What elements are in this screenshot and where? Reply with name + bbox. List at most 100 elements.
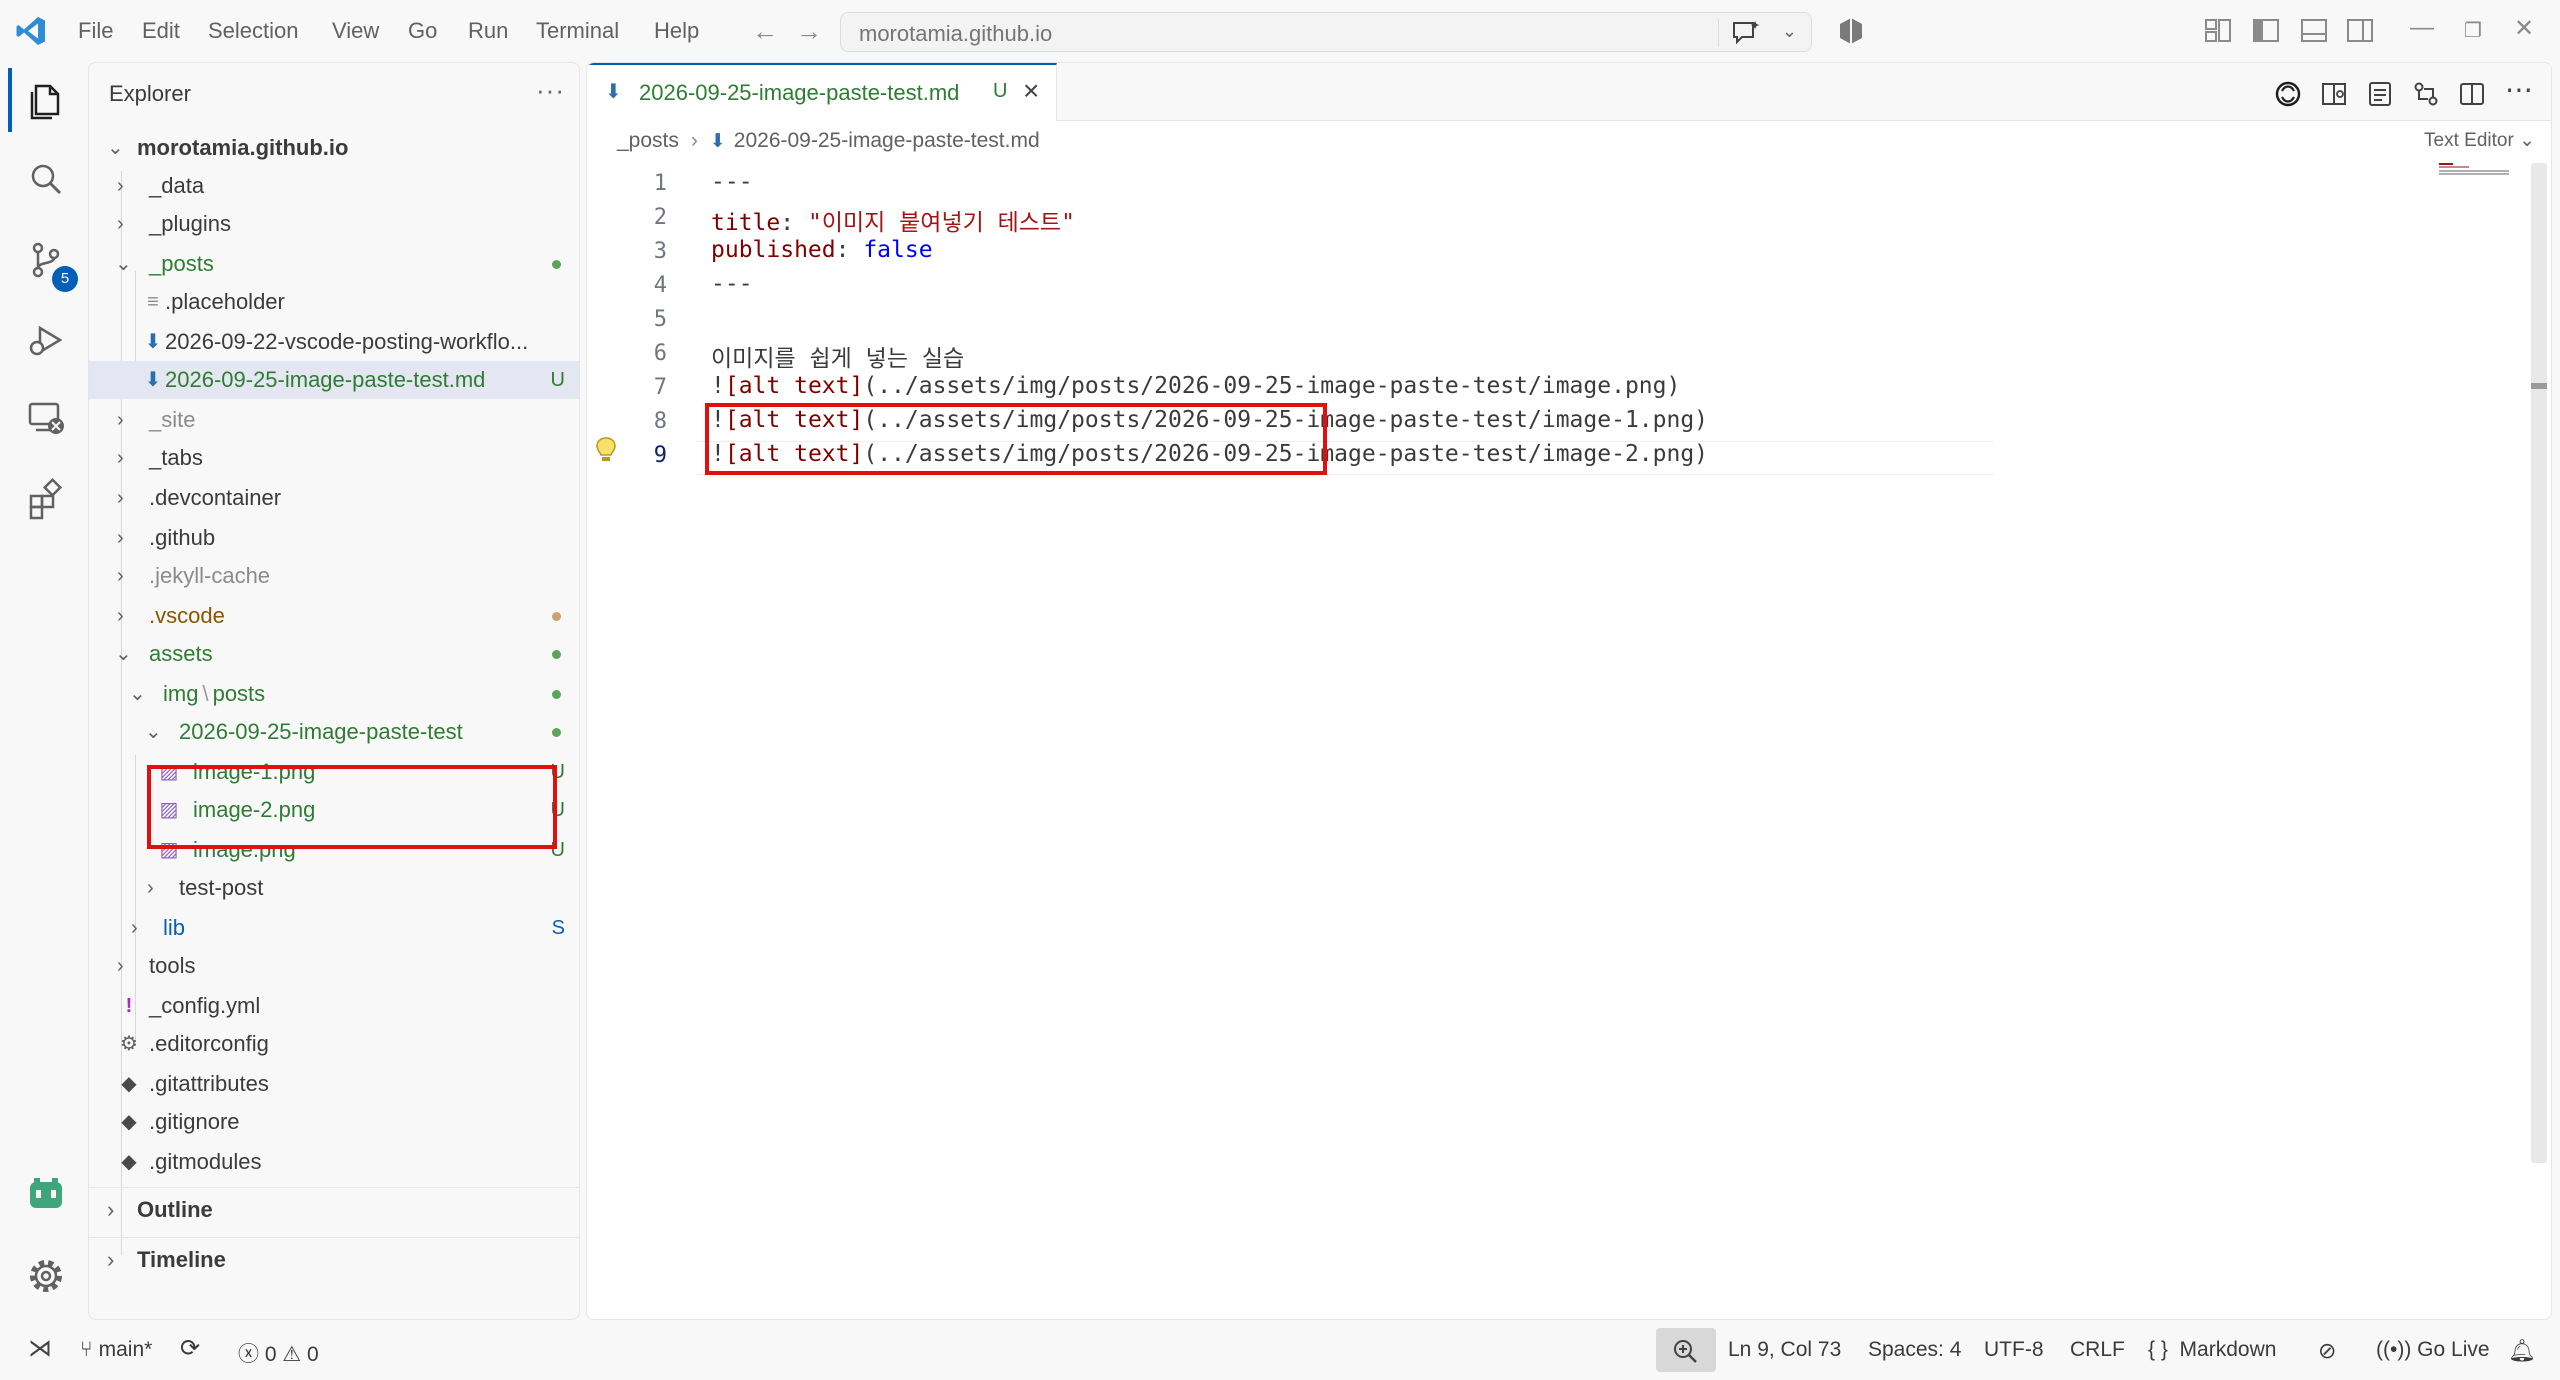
code-line[interactable]: ---	[711, 271, 753, 297]
code-line[interactable]: 이미지를 쉽게 넣는 실습	[711, 339, 964, 373]
tree-file-vscode-posting[interactable]: ⬇ 2026-09-22-vscode-posting-workflo...	[89, 323, 579, 361]
outline-section[interactable]: › Outline	[89, 1187, 579, 1231]
tree-folder-test-post[interactable]: › test-post	[89, 869, 579, 907]
restore-icon[interactable]: ❐	[2464, 18, 2482, 43]
explorer-icon[interactable]	[8, 68, 70, 132]
close-icon[interactable]: ×	[1023, 75, 1039, 107]
code-line[interactable]: title: "이미지 붙여넣기 테스트"	[711, 203, 1075, 237]
menu-selection[interactable]: Selection	[208, 18, 299, 44]
tree-label: lib	[163, 915, 186, 940]
code-line[interactable]: ---	[711, 169, 753, 195]
notebook-icon[interactable]	[2365, 79, 2395, 109]
remote-indicator-icon[interactable]: ⋊	[28, 1334, 52, 1363]
customize-layout-icon[interactable]	[2204, 18, 2232, 44]
toggle-secondary-sidebar-icon[interactable]	[2346, 18, 2374, 44]
search-icon[interactable]	[22, 156, 70, 204]
indentation[interactable]: Spaces: 4	[1868, 1338, 1961, 1362]
text-editor-button[interactable]: Text Editor ⌄	[2424, 129, 2535, 152]
command-center[interactable]: morotamia.github.io ⌄	[840, 12, 1812, 52]
toggle-primary-sidebar-icon[interactable]	[2252, 18, 2280, 44]
cursor-position[interactable]: Ln 9, Col 73	[1728, 1338, 1841, 1362]
arrow-left-icon[interactable]: ←	[752, 16, 778, 47]
tree-folder-assets[interactable]: ⌄ assets	[89, 635, 579, 673]
copilot-icon[interactable]	[2273, 79, 2303, 109]
menu-file[interactable]: File	[78, 18, 113, 44]
breadcrumb-folder[interactable]: _posts	[617, 129, 679, 152]
text-file-icon: ≡	[147, 291, 159, 313]
go-live-button[interactable]: ((•)) Go Live	[2376, 1338, 2490, 1362]
chevron-right-icon: ›	[117, 955, 124, 977]
tree-folder-plugins[interactable]: › _plugins	[89, 205, 579, 243]
tree-file-config[interactable]: ! _config.yml	[89, 987, 579, 1025]
minimize-icon[interactable]: —	[2410, 14, 2434, 42]
menu-view[interactable]: View	[332, 18, 379, 44]
extensions-icon[interactable]	[22, 474, 70, 522]
lightbulb-icon[interactable]	[593, 435, 619, 465]
tree-file-gitmodules[interactable]: ◆ .gitmodules	[89, 1143, 579, 1181]
modified-dot	[552, 260, 561, 269]
menu-run[interactable]: Run	[468, 18, 508, 44]
encoding[interactable]: UTF-8	[1984, 1338, 2044, 1362]
menu-edit[interactable]: Edit	[142, 18, 180, 44]
menu-help[interactable]: Help	[654, 18, 699, 44]
tree-folder-tabs[interactable]: › _tabs	[89, 439, 579, 477]
tree-folder-site[interactable]: › _site	[89, 401, 579, 439]
line-number: 8	[653, 409, 667, 434]
editor-tab-active[interactable]: ⬇ 2026-09-25-image-paste-test.md U ×	[587, 63, 1057, 121]
broadcast-icon: ((•))	[2376, 1338, 2412, 1361]
untracked-decoration: U	[550, 369, 565, 391]
tree-file-gitattributes[interactable]: ◆ .gitattributes	[89, 1065, 579, 1103]
chevron-down-icon[interactable]: ⌄	[1782, 21, 1797, 42]
more-actions-icon[interactable]: ···	[536, 75, 565, 106]
zoom-button[interactable]	[1656, 1328, 1716, 1372]
tree-folder-posts[interactable]: ⌄ _posts	[89, 245, 579, 283]
open-preview-to-side-icon[interactable]	[2319, 79, 2349, 109]
minimap[interactable]	[2439, 163, 2509, 175]
language-mode[interactable]: { } Markdown	[2148, 1338, 2276, 1362]
tree-file-editorconfig[interactable]: ⚙ .editorconfig	[89, 1025, 579, 1063]
tree-file-gitignore[interactable]: ◆ .gitignore	[89, 1103, 579, 1141]
copilot-status-icon[interactable]	[1836, 16, 1866, 46]
tree-folder-vscode[interactable]: › .vscode	[89, 597, 579, 635]
run-debug-icon[interactable]	[22, 316, 70, 364]
end-of-line[interactable]: CRLF	[2070, 1338, 2125, 1362]
tree-folder-lib[interactable]: › lib S	[89, 909, 579, 947]
git-file-icon: ◆	[121, 1073, 137, 1095]
menu-terminal[interactable]: Terminal	[536, 18, 619, 44]
tree-folder-jekyll-cache[interactable]: › .jekyll-cache	[89, 557, 579, 595]
problems-status[interactable]: ⓧ 0 ⚠ 0	[238, 1338, 319, 1368]
zoom-in-icon	[1674, 1340, 1697, 1363]
code-line[interactable]: published: false	[711, 237, 933, 263]
breadcrumb-file[interactable]: 2026-09-25-image-paste-test.md	[734, 129, 1040, 152]
arrow-right-icon[interactable]: →	[796, 16, 822, 47]
modified-dot	[552, 690, 561, 699]
vscode-logo-icon	[16, 17, 45, 45]
split-editor-icon[interactable]	[2457, 79, 2487, 109]
remote-explorer-icon[interactable]	[22, 394, 70, 442]
copilot-chat-icon[interactable]	[1731, 19, 1761, 47]
settings-gear-icon[interactable]	[22, 1252, 70, 1300]
tree-folder-devcontainer[interactable]: › .devcontainer	[89, 479, 579, 517]
tree-root[interactable]: ⌄ morotamia.github.io	[89, 129, 579, 167]
tree-folder-data[interactable]: › _data	[89, 167, 579, 205]
sync-icon[interactable]: ⟳	[180, 1334, 200, 1363]
tree-file-image-paste-test[interactable]: ⬇ 2026-09-25-image-paste-test.md U	[89, 361, 579, 399]
tree-folder-img-posts[interactable]: ⌄ img \ posts	[89, 675, 579, 713]
source-control-icon[interactable]: 5	[22, 236, 78, 292]
menu-go[interactable]: Go	[408, 18, 437, 44]
toggle-panel-icon[interactable]	[2300, 18, 2328, 44]
close-window-icon[interactable]: ✕	[2514, 14, 2534, 43]
copilot-disabled-icon[interactable]: ⊘	[2318, 1338, 2336, 1364]
open-changes-icon[interactable]	[2411, 79, 2441, 109]
code-line[interactable]: ![alt text](../assets/img/posts/2026-09-…	[711, 373, 1680, 399]
notifications-bell-icon[interactable]: 🔔︎	[2508, 1338, 2536, 1364]
tree-folder-image-paste-test[interactable]: ⌄ 2026-09-25-image-paste-test	[89, 713, 579, 751]
tree-folder-github[interactable]: › .github	[89, 519, 579, 557]
tree-folder-tools[interactable]: › tools	[89, 947, 579, 985]
github-copilot-icon[interactable]	[22, 1170, 70, 1218]
more-actions-icon[interactable]: ⋯	[2505, 73, 2533, 106]
tree-file-placeholder[interactable]: ≡ .placeholder	[89, 283, 579, 321]
vertical-scrollbar[interactable]	[2531, 163, 2547, 1163]
timeline-section[interactable]: › Timeline	[89, 1237, 579, 1281]
branch-status[interactable]: ⑂ main*	[80, 1338, 152, 1362]
